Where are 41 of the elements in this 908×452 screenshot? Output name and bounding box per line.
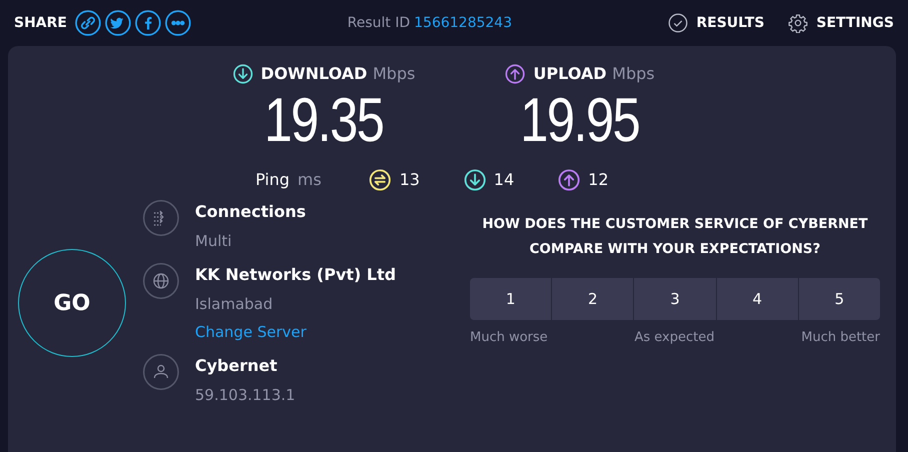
survey-question: HOW DOES THE CUSTOMER SERVICE OF CYBERNET COMPARE WITH YOUR EXPECTATIONS? [481, 215, 869, 259]
globe-icon [143, 262, 179, 298]
idle-ping-value: 13 [399, 169, 420, 191]
rating-option[interactable]: 4 [716, 278, 798, 320]
upload-speed-value: 19.95 [520, 90, 640, 152]
person-icon [143, 354, 179, 390]
info-title: KK Networks (Pvt) Ltd [195, 264, 396, 286]
download-speed-value: 19.35 [264, 90, 384, 152]
share-more-button[interactable] [164, 10, 191, 36]
scale-label: Much worse [470, 329, 548, 347]
settings-icon [788, 13, 808, 33]
info-detail: Multi [195, 231, 233, 252]
info-title: Connections [195, 201, 306, 223]
rating-option[interactable]: 5 [798, 278, 880, 320]
share-link-button[interactable] [74, 10, 101, 36]
result-id-link[interactable]: 15661285243 [414, 12, 512, 34]
upload-ping-value: 12 [588, 169, 609, 191]
checkmark-icon [668, 13, 688, 33]
rating-option[interactable]: 3 [633, 278, 716, 320]
rating-option[interactable]: 2 [551, 278, 634, 320]
info-detail: 59.103.113.1 [195, 384, 296, 406]
ping-unit: ms [298, 169, 322, 191]
download-ping-value: 14 [494, 169, 514, 191]
ping-label: Ping [255, 169, 290, 191]
info-title: Cybernet [195, 354, 278, 376]
upload-label: UPLOAD Mbps [533, 63, 655, 85]
settings-button[interactable]: SETTINGS [788, 12, 894, 34]
ping-icon [369, 169, 392, 191]
share-label: SHARE [14, 14, 67, 32]
info-detail: Islamabad [195, 294, 274, 314]
connections-icon [143, 200, 179, 236]
change-server-link[interactable]: Change Server [195, 321, 396, 344]
rating-option[interactable]: 1 [470, 278, 552, 320]
scale-label: Much better [801, 329, 880, 347]
go-button[interactable]: GO [18, 249, 126, 357]
download-label: DOWNLOAD Mbps [260, 63, 416, 85]
share-facebook-button[interactable] [134, 10, 161, 36]
result-id-label: Result ID [347, 14, 410, 32]
scale-label: As expected [634, 329, 714, 347]
share-twitter-button[interactable] [104, 10, 131, 36]
results-button[interactable]: RESULTS [668, 12, 764, 34]
